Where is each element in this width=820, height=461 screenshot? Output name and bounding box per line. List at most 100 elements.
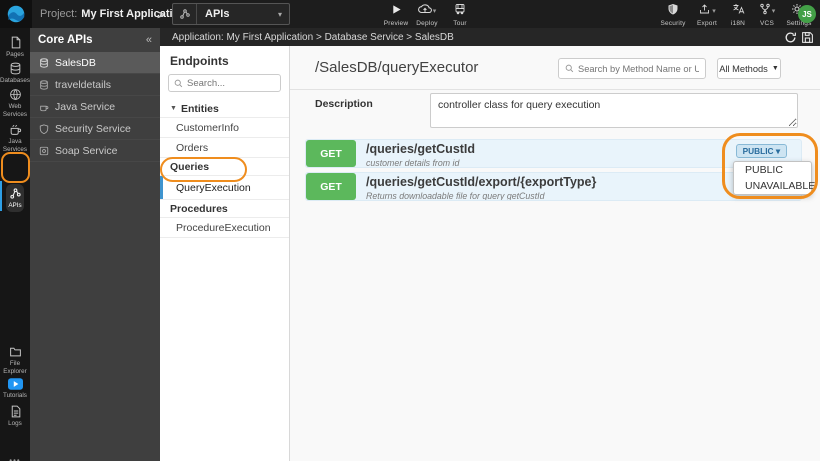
controller-header: /SalesDB/queryExecutor All Methods ▼ (290, 46, 820, 90)
logo-wave-icon (7, 5, 25, 23)
endpoints-title: Endpoints (170, 54, 229, 68)
deploy-button[interactable]: ▾ Deploy (411, 2, 443, 27)
tour-button[interactable]: Tour (447, 2, 473, 27)
top-bar: Project: My First Application > APIs ▾ P… (0, 0, 820, 28)
core-api-item-traveldetails[interactable]: traveldetails (30, 74, 160, 96)
endpoint-item-customerinfo[interactable]: CustomerInfo (160, 118, 289, 138)
sidebar-item-java-services[interactable]: Java Services (0, 123, 30, 154)
breadcrumb-chevron-icon: > (157, 6, 165, 22)
sidebar-item-file-explorer[interactable]: File Explorer (0, 345, 30, 376)
api-endpoint-row-getcustid-export[interactable]: GET /queries/getCustId/export/{exportTyp… (305, 172, 802, 201)
coffee-icon (10, 125, 21, 135)
api-endpoint-row-getcustid[interactable]: GET /queries/getCustId customer details … (305, 139, 802, 168)
core-apis-title: Core APIs (38, 34, 93, 46)
endpoint-item-queryexecution[interactable]: QueryExecution (160, 176, 289, 200)
core-api-label: Java Service (55, 100, 116, 113)
sidebar-item-pages[interactable]: Pages (0, 36, 30, 59)
i18n-button[interactable]: i18N (724, 2, 752, 27)
core-api-label: Soap Service (55, 144, 118, 157)
search-icon (174, 79, 183, 87)
sidebar-item-logs[interactable]: Logs (0, 405, 30, 428)
more-options-icon[interactable]: ••• (0, 456, 30, 461)
security-button[interactable]: Security (656, 2, 690, 27)
core-api-item-salesdb[interactable]: SalesDB (30, 52, 160, 74)
application-breadcrumb-bar: Application: My First Application > Data… (160, 28, 820, 46)
description-label: Description (315, 98, 373, 110)
endpoint-item-procedureexecution[interactable]: ProcedureExecution (160, 218, 289, 238)
section-procedures[interactable]: Procedures (160, 200, 289, 218)
sidebar-item-tutorials[interactable]: Tutorials (0, 378, 30, 400)
caret-down-icon: ▼ (170, 105, 177, 112)
collapse-panel-icon[interactable]: « (146, 34, 152, 46)
globe-icon (9, 89, 21, 101)
search-icon (565, 64, 574, 73)
cloud-upload-icon (417, 4, 432, 14)
core-api-item-soap-service[interactable]: Soap Service (30, 140, 160, 162)
chevron-down-icon: ▾ (432, 8, 437, 15)
coffee-icon (39, 102, 49, 112)
endpoint-item-orders[interactable]: Orders (160, 138, 289, 158)
module-dropdown-label: APIs (205, 8, 230, 20)
core-api-label: SalesDB (55, 56, 96, 69)
video-play-icon (7, 378, 23, 390)
module-dropdown[interactable]: APIs ▾ (172, 3, 290, 25)
api-icon (173, 4, 197, 24)
endpoints-search-input[interactable] (187, 77, 273, 89)
logs-icon (11, 405, 20, 418)
folder-icon (9, 347, 21, 357)
refresh-button[interactable] (784, 31, 797, 44)
method-search[interactable] (558, 58, 706, 79)
wavemaker-logo[interactable] (0, 0, 32, 28)
page-icon (11, 36, 20, 49)
shield-icon (39, 123, 49, 134)
refresh-icon (785, 31, 796, 42)
bus-icon (454, 2, 466, 15)
access-level-dropdown-button[interactable]: PUBLIC ▾ (735, 144, 787, 158)
core-api-label: traveldetails (55, 78, 112, 91)
translate-icon (732, 2, 745, 15)
save-icon (802, 31, 813, 43)
project-name: My First Application (81, 8, 187, 20)
soap-icon (39, 146, 49, 156)
api-icon (9, 188, 21, 199)
save-button[interactable] (801, 31, 814, 44)
dropdown-option-unavailable[interactable]: UNAVAILABLE (734, 178, 815, 194)
sidebar-item-apis[interactable]: APIs (0, 184, 30, 212)
http-method-badge: GET (306, 173, 356, 200)
export-button[interactable]: ▾ Export (690, 2, 724, 27)
left-rail: Pages Databases Web Services Java Servic… (0, 28, 30, 461)
database-icon (10, 62, 20, 75)
section-queries[interactable]: Queries (160, 158, 289, 176)
endpoints-panel: Endpoints ▼ Entities CustomerInfo Orders… (160, 46, 290, 461)
chevron-down-icon: ▾ (771, 8, 776, 15)
http-method-badge: GET (306, 140, 356, 167)
active-indicator (0, 181, 2, 211)
sidebar-item-databases[interactable]: Databases (0, 62, 30, 85)
core-apis-panel: Core APIs « SalesDB traveldetails Java S… (30, 28, 160, 461)
export-icon (700, 4, 710, 14)
endpoints-search[interactable] (168, 74, 281, 92)
chevron-down-icon: ▾ (712, 8, 716, 15)
preview-button[interactable]: Preview (381, 2, 411, 27)
section-entities[interactable]: ▼ Entities (160, 100, 289, 118)
vcs-button[interactable]: ▾ VCS (752, 2, 782, 27)
user-avatar[interactable]: JS (798, 5, 816, 23)
sidebar-item-web-services[interactable]: Web Services (0, 88, 30, 119)
caret-down-icon: ▼ (771, 65, 779, 72)
dropdown-option-public[interactable]: PUBLIC (734, 162, 811, 178)
branch-icon (760, 3, 770, 15)
all-methods-dropdown[interactable]: All Methods ▼ (717, 58, 781, 79)
core-api-label: Security Service (55, 122, 131, 135)
method-search-input[interactable] (578, 63, 699, 74)
description-textarea[interactable]: controller class for query execution (430, 93, 798, 128)
core-api-item-java-service[interactable]: Java Service (30, 96, 160, 118)
app-window: Project: My First Application > APIs ▾ P… (0, 0, 820, 461)
shield-icon (667, 2, 679, 15)
play-icon (391, 2, 402, 15)
main-content: /SalesDB/queryExecutor All Methods ▼ Des… (290, 46, 820, 461)
core-api-item-security-service[interactable]: Security Service (30, 118, 160, 140)
access-level-dropdown-menu: PUBLIC UNAVAILABLE (733, 161, 815, 195)
database-icon (39, 57, 49, 68)
breadcrumb: Application: My First Application > Data… (172, 31, 454, 43)
database-icon (39, 79, 49, 90)
